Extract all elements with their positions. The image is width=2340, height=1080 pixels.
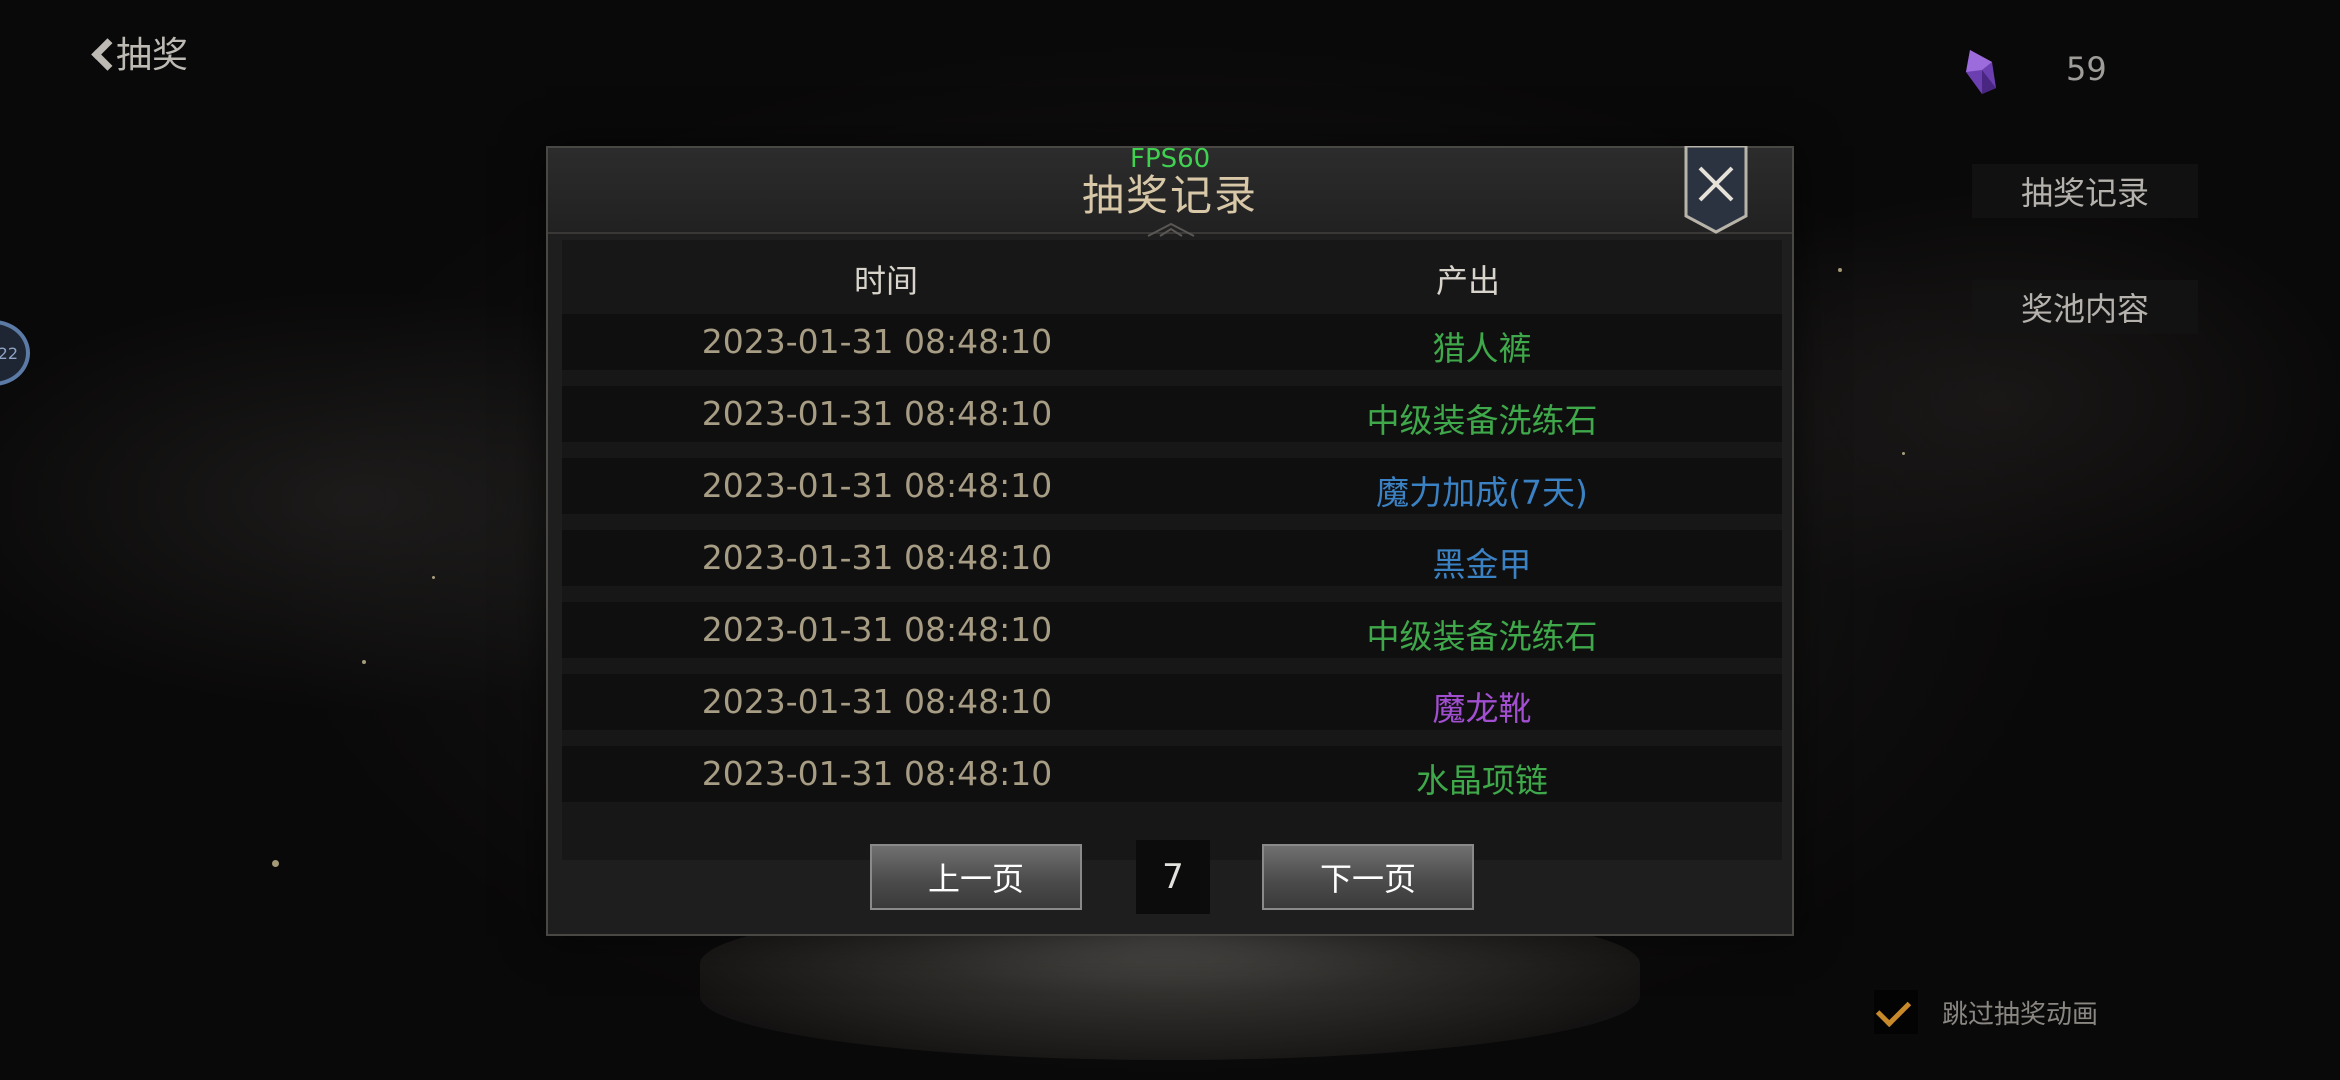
sparkle — [362, 660, 366, 664]
row-time: 2023-01-31 08:48:10 — [701, 466, 1053, 505]
draw-record-dialog: 抽奖记录 FPS60 时间 产出 2023-01-31 08:48:10 猎人裤 — [546, 144, 1794, 936]
table-row: 2023-01-31 08:48:10 黑金甲 — [562, 530, 1782, 586]
checkbox-icon[interactable] — [1874, 990, 1918, 1034]
row-time: 2023-01-31 08:48:10 — [701, 682, 1053, 721]
prize-pool-button[interactable]: 奖池内容 — [1972, 280, 2198, 334]
table-row: 2023-01-31 08:48:10 魔力加成(7天) — [562, 458, 1782, 514]
close-button[interactable] — [1684, 146, 1748, 234]
back-button[interactable]: 抽奖 — [92, 26, 188, 78]
sparkle — [432, 576, 435, 579]
fps-counter: FPS60 — [1130, 144, 1211, 174]
game-screen: 抽奖 59 抽奖记录 奖池内容 22 跳过抽奖动画 抽奖记录 FPS60 时间 … — [0, 0, 2340, 1080]
avatar-text: 22 — [0, 343, 18, 363]
table-row: 2023-01-31 08:48:10 魔龙靴 — [562, 674, 1782, 730]
row-time: 2023-01-31 08:48:10 — [701, 394, 1053, 433]
row-time: 2023-01-31 08:48:10 — [701, 322, 1053, 361]
row-output: 魔力加成(7天) — [1376, 473, 1588, 512]
draw-record-button[interactable]: 抽奖记录 — [1972, 164, 2198, 218]
row-output: 水晶项链 — [1416, 761, 1548, 800]
row-time: 2023-01-31 08:48:10 — [701, 610, 1053, 649]
chevron-left-icon — [92, 37, 110, 67]
row-time: 2023-01-31 08:48:10 — [701, 538, 1053, 577]
sparkle — [272, 860, 279, 867]
sparkle — [1838, 268, 1842, 272]
row-output: 中级装备洗练石 — [1366, 617, 1598, 656]
row-output: 魔龙靴 — [1432, 689, 1532, 728]
record-table: 时间 产出 2023-01-31 08:48:10 猎人裤 2023-01-31… — [562, 240, 1782, 860]
back-label: 抽奖 — [116, 35, 189, 76]
column-header-output: 产出 — [1436, 262, 1501, 300]
sparkle — [1902, 452, 1905, 455]
prev-page-button[interactable]: 上一页 — [870, 844, 1082, 910]
dialog-header: 抽奖记录 FPS60 — [548, 144, 1792, 237]
table-row: 2023-01-31 08:48:10 水晶项链 — [562, 746, 1782, 802]
next-page-button[interactable]: 下一页 — [1262, 844, 1474, 910]
row-output: 黑金甲 — [1432, 545, 1532, 584]
column-header-time: 时间 — [854, 262, 919, 300]
row-output: 中级装备洗练石 — [1366, 401, 1598, 440]
currency-count: 59 — [2066, 50, 2107, 88]
avatar[interactable]: 22 — [0, 320, 30, 386]
table-row: 2023-01-31 08:48:10 猎人裤 — [562, 314, 1782, 370]
row-output: 猎人裤 — [1432, 329, 1532, 368]
purple-crystal-icon — [1966, 50, 1996, 94]
skip-animation-toggle[interactable]: 跳过抽奖动画 — [1874, 990, 2098, 1034]
table-row: 2023-01-31 08:48:10 中级装备洗练石 — [562, 602, 1782, 658]
row-time: 2023-01-31 08:48:10 — [701, 754, 1053, 793]
page-number: 7 — [1136, 840, 1210, 914]
ornament-icon — [1147, 222, 1195, 237]
table-row: 2023-01-31 08:48:10 中级装备洗练石 — [562, 386, 1782, 442]
skip-animation-label: 跳过抽奖动画 — [1942, 999, 2099, 1030]
